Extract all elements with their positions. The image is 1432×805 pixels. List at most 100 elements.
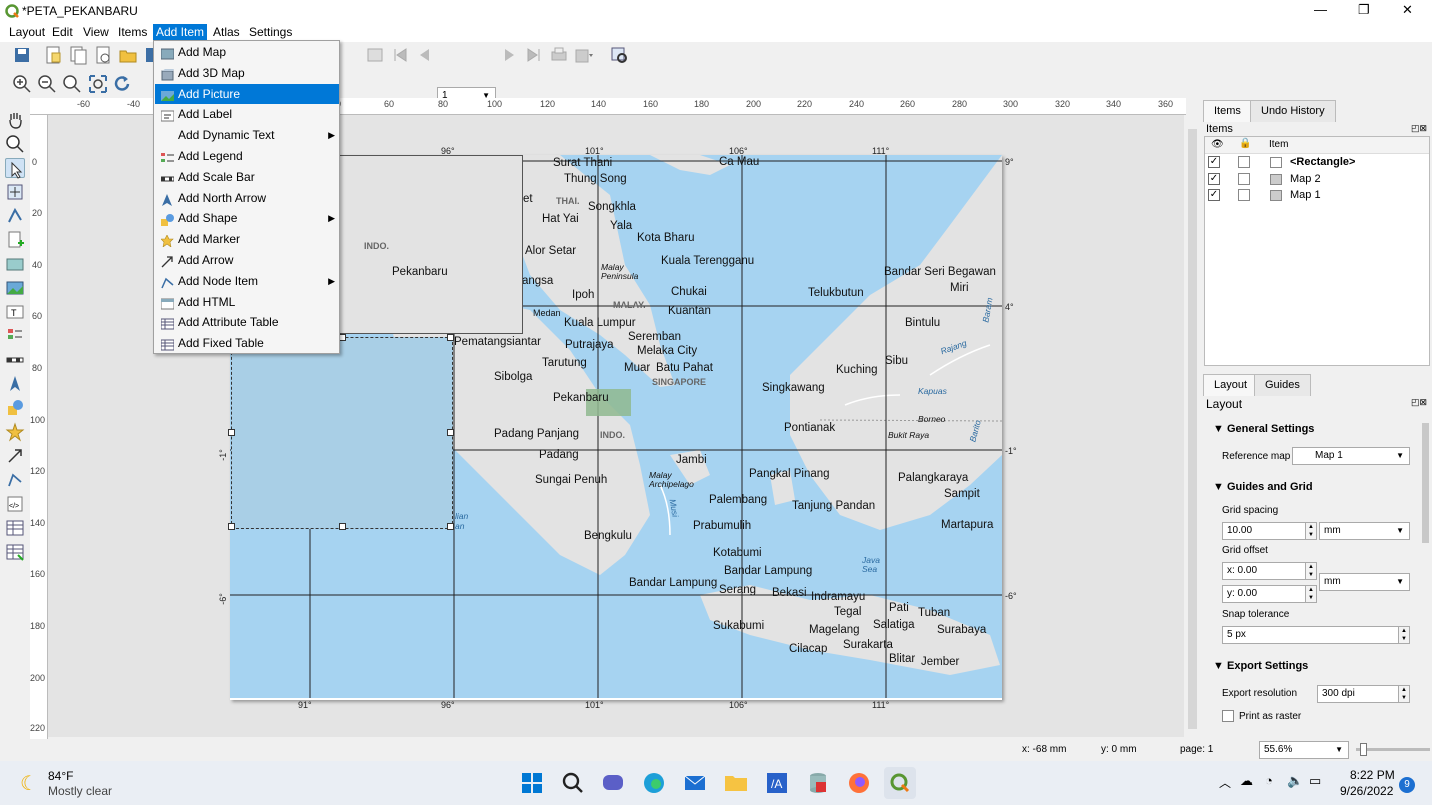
database-icon[interactable]: [802, 767, 834, 799]
zoom-combo[interactable]: 55.6% ▼: [1259, 741, 1349, 759]
print-as-raster-checkbox[interactable]: [1222, 710, 1234, 722]
cloud-icon[interactable]: ☁: [1240, 773, 1253, 789]
clock-date[interactable]: 9/26/2022: [1340, 784, 1393, 798]
edge-icon[interactable]: [638, 767, 670, 799]
menu-item-add-arrow[interactable]: Add Arrow: [155, 250, 339, 270]
close-button[interactable]: ✕: [1402, 2, 1413, 18]
menu-item-add-scale-bar[interactable]: Add Scale Bar: [155, 167, 339, 187]
open-template-icon[interactable]: [118, 45, 138, 65]
select-tool-icon[interactable]: [5, 158, 25, 179]
menu-item-add-label[interactable]: Add Label: [155, 104, 339, 124]
add-picture-tool-icon[interactable]: [5, 278, 25, 298]
atlas-settings-icon[interactable]: [609, 45, 629, 65]
resize-handle[interactable]: [339, 334, 346, 341]
add-label-tool-icon[interactable]: T: [5, 302, 25, 322]
wifi-icon[interactable]: ◔: [1265, 773, 1273, 788]
snap-tolerance-spinner[interactable]: ▲ ▼: [1398, 626, 1410, 644]
general-settings-header[interactable]: General Settings: [1227, 423, 1314, 435]
next-feature-icon[interactable]: [500, 45, 520, 65]
items-row[interactable]: ✓ <Rectangle>: [1204, 154, 1430, 171]
start-icon[interactable]: [516, 767, 548, 799]
tab-layout[interactable]: Layout: [1203, 374, 1259, 396]
move-content-icon[interactable]: [5, 182, 25, 202]
new-layout-icon[interactable]: [43, 45, 63, 65]
grid-offset-x-spinner[interactable]: ▲ ▼: [1305, 562, 1317, 580]
section-toggle-icon[interactable]: ▼: [1213, 481, 1224, 493]
lock-checkbox[interactable]: [1238, 172, 1250, 185]
zoom-in-icon[interactable]: [12, 74, 32, 94]
menu-item-add-north-arrow[interactable]: Add North Arrow: [155, 188, 339, 208]
search-icon[interactable]: [557, 767, 589, 799]
visibility-checkbox[interactable]: ✓: [1208, 172, 1220, 185]
menu-item-add-fixed-table[interactable]: Add Fixed Table: [155, 333, 339, 353]
menu-item-add-map[interactable]: Add Map: [155, 42, 339, 62]
tab-undo-history[interactable]: Undo History: [1250, 100, 1336, 122]
grid-spacing-spinner[interactable]: ▲ ▼: [1305, 522, 1317, 540]
notification-badge[interactable]: 9: [1399, 777, 1415, 793]
resize-handle[interactable]: [447, 334, 454, 341]
add-north-arrow-tool-icon[interactable]: [5, 374, 25, 394]
menu-item-add-shape[interactable]: Add Shape ▶: [155, 208, 339, 228]
menu-item-add-html[interactable]: Add HTML: [155, 292, 339, 312]
add-marker-tool-icon[interactable]: [5, 422, 25, 442]
snap-tolerance-input[interactable]: 5 px: [1222, 626, 1399, 644]
zoom-slider[interactable]: [1356, 743, 1430, 756]
guides-grid-header[interactable]: Guides and Grid: [1227, 481, 1313, 493]
menu-item-add-dynamic-text[interactable]: Add Dynamic Text ▶: [155, 125, 339, 145]
minimize-button[interactable]: —: [1314, 2, 1327, 17]
chevron-up-icon[interactable]: ︿: [1219, 774, 1231, 791]
edit-nodes-icon[interactable]: [5, 206, 25, 226]
layout-panel-scrollbar[interactable]: [1420, 413, 1431, 727]
print-atlas-icon[interactable]: [549, 45, 569, 65]
menu-edit[interactable]: Edit: [49, 24, 76, 40]
panel-float-close-icon[interactable]: ◰⊠: [1411, 123, 1427, 134]
zoom-out-icon[interactable]: [37, 74, 57, 94]
add-node-tool-icon[interactable]: [5, 470, 25, 490]
zoom-actual-icon[interactable]: [62, 74, 82, 94]
duplicate-layout-icon[interactable]: [68, 45, 88, 65]
save-icon[interactable]: [12, 45, 32, 65]
menu-layout[interactable]: Layout: [6, 24, 48, 40]
grid-offset-x-input[interactable]: x: 0.00: [1222, 562, 1307, 580]
menu-item-add-marker[interactable]: Add Marker: [155, 229, 339, 249]
add-attribute-table-tool-icon[interactable]: [5, 518, 25, 538]
export-resolution-spinner[interactable]: ▲ ▼: [1398, 685, 1410, 703]
previous-feature-icon[interactable]: [414, 45, 434, 65]
last-feature-icon[interactable]: [524, 45, 544, 65]
add-arrow-tool-icon[interactable]: [5, 446, 25, 466]
vscode-icon[interactable]: /A: [761, 767, 793, 799]
menu-items[interactable]: Items: [115, 24, 150, 40]
vertical-scrollbar[interactable]: [1186, 115, 1199, 739]
menu-item-add-legend[interactable]: Add Legend: [155, 146, 339, 166]
battery-icon[interactable]: ▭: [1309, 773, 1321, 789]
add-legend-tool-icon[interactable]: [5, 326, 25, 346]
refresh-icon[interactable]: [112, 74, 132, 94]
zoom-tool-icon[interactable]: [5, 134, 25, 154]
export-atlas-icon[interactable]: [573, 45, 593, 65]
pan-icon[interactable]: [5, 110, 25, 130]
add-scalebar-tool-icon[interactable]: [5, 350, 25, 370]
add-fixed-table-tool-icon[interactable]: [5, 542, 25, 562]
resize-handle[interactable]: [339, 523, 346, 530]
resize-handle[interactable]: [447, 523, 454, 530]
add-page-icon[interactable]: [5, 230, 25, 250]
mail-icon[interactable]: [679, 767, 711, 799]
zoom-full-icon[interactable]: [88, 74, 108, 94]
menu-item-add-node-item[interactable]: Add Node Item ▶: [155, 271, 339, 291]
export-settings-header[interactable]: Export Settings: [1227, 660, 1308, 672]
visibility-checkbox[interactable]: ✓: [1208, 189, 1220, 201]
menu-settings[interactable]: Settings: [246, 24, 295, 40]
menu-item-add-attribute-table[interactable]: Add Attribute Table: [155, 312, 339, 332]
menu-add-item[interactable]: Add Item: [153, 24, 208, 40]
resize-handle[interactable]: [228, 429, 235, 436]
export-resolution-input[interactable]: 300 dpi: [1317, 685, 1399, 703]
firefox-icon[interactable]: [843, 767, 875, 799]
resize-handle[interactable]: [447, 429, 454, 436]
qgis-taskbar-icon[interactable]: [884, 767, 916, 799]
menu-item-add-3d-map[interactable]: Add 3D Map: [155, 63, 339, 83]
volume-icon[interactable]: 🔈: [1287, 773, 1303, 789]
grid-spacing-unit-combo[interactable]: mm ▼: [1319, 522, 1410, 540]
scrollbar-thumb[interactable]: [1188, 129, 1197, 729]
maximize-button[interactable]: ❐: [1358, 2, 1370, 18]
menu-atlas[interactable]: Atlas: [210, 24, 243, 40]
